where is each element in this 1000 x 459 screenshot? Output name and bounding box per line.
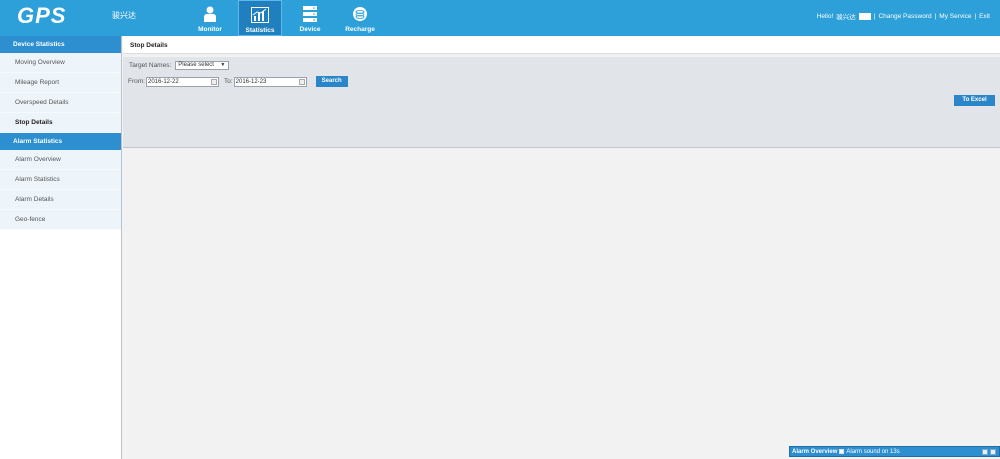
nav-device[interactable]: Device (288, 0, 332, 36)
top-header: GPS 骏兴达 Monitor Statistics Device Rechar… (0, 0, 1000, 36)
chart-icon (251, 6, 269, 24)
target-names-select[interactable]: Please select ▼ (175, 61, 230, 70)
change-password-link[interactable]: Change Password (878, 13, 931, 20)
user-bar: Hello! 骏兴达 | Change Password | My Servic… (817, 11, 990, 21)
device-statistics-header[interactable]: Device Statistics (0, 36, 121, 53)
sidebar-item-mileage-report[interactable]: Mileage Report (0, 73, 121, 93)
page-title: Stop Details (123, 36, 1000, 54)
device-statistics-group: Moving Overview Mileage Report Overspeed… (0, 53, 121, 133)
target-row: Target Names: Please select ▼ (129, 61, 230, 70)
alarm-statistics-group: Alarm Overview Alarm Statistics Alarm De… (0, 150, 121, 230)
user-name: 骏兴达 (836, 14, 856, 21)
calendar-icon[interactable] (210, 78, 217, 85)
from-label: From: (128, 78, 145, 85)
person-icon (203, 5, 217, 23)
to-excel-button[interactable]: To Excel (954, 95, 995, 106)
dropdown-caret-icon: ▼ (220, 62, 226, 68)
alarm-sound-label: Alarm sound on 13s (846, 448, 900, 455)
target-names-value: Please select (178, 62, 214, 68)
to-date-input[interactable]: 2016-12-23 (233, 76, 307, 87)
nav-statistics[interactable]: Statistics (238, 0, 282, 36)
close-icon[interactable] (990, 449, 996, 455)
sidebar-item-alarm-statistics[interactable]: Alarm Statistics (0, 170, 121, 190)
sidebar-item-stop-details[interactable]: Stop Details (0, 113, 121, 133)
sidebar-item-overspeed-details[interactable]: Overspeed Details (0, 93, 121, 113)
nav-recharge-label: Recharge (345, 26, 375, 33)
alarm-overview-bar[interactable]: Alarm Overview Alarm sound on 13s (789, 446, 1000, 457)
nav-monitor-label: Monitor (198, 26, 222, 33)
filter-panel: Target Names: Please select ▼ From: 2016… (123, 57, 1000, 148)
to-label: To: (223, 78, 233, 85)
window-controls (982, 449, 996, 455)
minimize-icon[interactable] (982, 449, 988, 455)
greeting: Hello! (816, 12, 834, 20)
main-nav: Monitor Statistics Device Recharge (188, 0, 388, 36)
sidebar: Device Statistics Moving Overview Mileag… (0, 36, 122, 459)
from-date-input[interactable]: 2016-12-22 (145, 76, 219, 87)
exit-link[interactable]: Exit (979, 13, 990, 20)
server-icon (303, 5, 317, 23)
calendar-icon[interactable] (298, 78, 305, 85)
separator: | (934, 12, 937, 20)
logo: GPS (17, 3, 67, 28)
alarm-statistics-header[interactable]: Alarm Statistics (0, 133, 121, 150)
my-service-link[interactable]: My Service (939, 13, 971, 20)
to-date-value: 2016-12-23 (235, 78, 267, 85)
nav-statistics-label: Statistics (245, 27, 275, 34)
separator: | (873, 12, 876, 20)
sidebar-item-moving-overview[interactable]: Moving Overview (0, 53, 121, 73)
sidebar-item-alarm-details[interactable]: Alarm Details (0, 190, 121, 210)
sidebar-item-geo-fence[interactable]: Geo-fence (0, 210, 121, 230)
nav-device-label: Device (299, 26, 321, 33)
alarm-sound-checkbox[interactable] (839, 449, 845, 454)
user-avatar-box (858, 12, 871, 20)
main-content: Stop Details Target Names: Please select… (123, 36, 1000, 459)
nav-monitor[interactable]: Monitor (188, 0, 232, 36)
nav-recharge[interactable]: Recharge (338, 0, 382, 36)
from-date-value: 2016-12-22 (147, 78, 179, 85)
search-button[interactable]: Search (315, 76, 348, 87)
sidebar-item-alarm-overview[interactable]: Alarm Overview (0, 150, 121, 170)
date-row: From: 2016-12-22 To: 2016-12-23 Search (128, 76, 348, 87)
coins-icon (352, 5, 368, 23)
brand-name: 骏兴达 (112, 11, 136, 20)
alarm-overview-title: Alarm Overview (792, 448, 838, 455)
separator: | (974, 12, 977, 20)
target-names-label: Target Names: (129, 62, 172, 69)
